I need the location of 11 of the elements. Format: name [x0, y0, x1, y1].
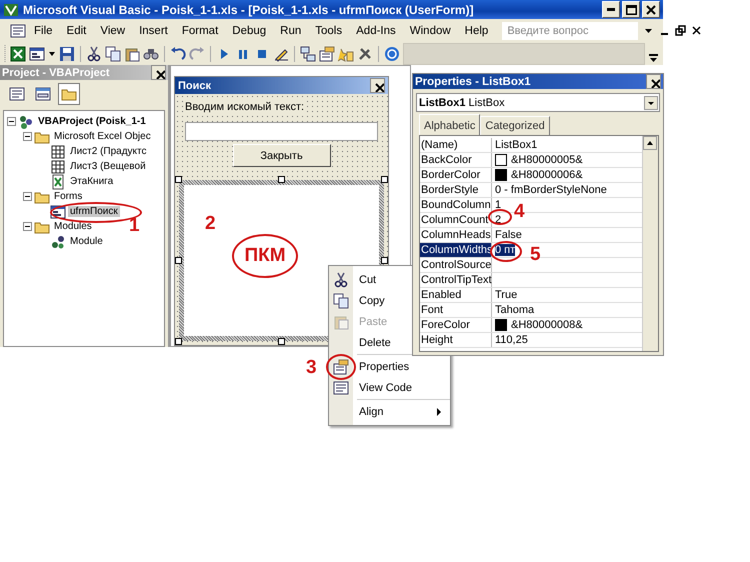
- window-title: Microsoft Visual Basic - Poisk_1-1.xls - [Poisk_1-1.xls - ufrmПоиск (UserForm)]: [23, 2, 474, 16]
- annotation-number: 5: [530, 245, 541, 265]
- annotation-number: 1: [129, 216, 140, 236]
- pane-title: Properties - ListBox1: [415, 76, 531, 88]
- annotation-label: ПКМ: [232, 234, 298, 278]
- form-label: Вводим искомый текст:: [185, 101, 304, 113]
- annotation-number: 3: [306, 358, 317, 378]
- annotation-number: 2: [205, 214, 216, 234]
- pane-title: Project - VBAProject: [2, 66, 110, 78]
- annotation-number: 4: [514, 202, 525, 222]
- form-title: Поиск: [178, 80, 212, 92]
